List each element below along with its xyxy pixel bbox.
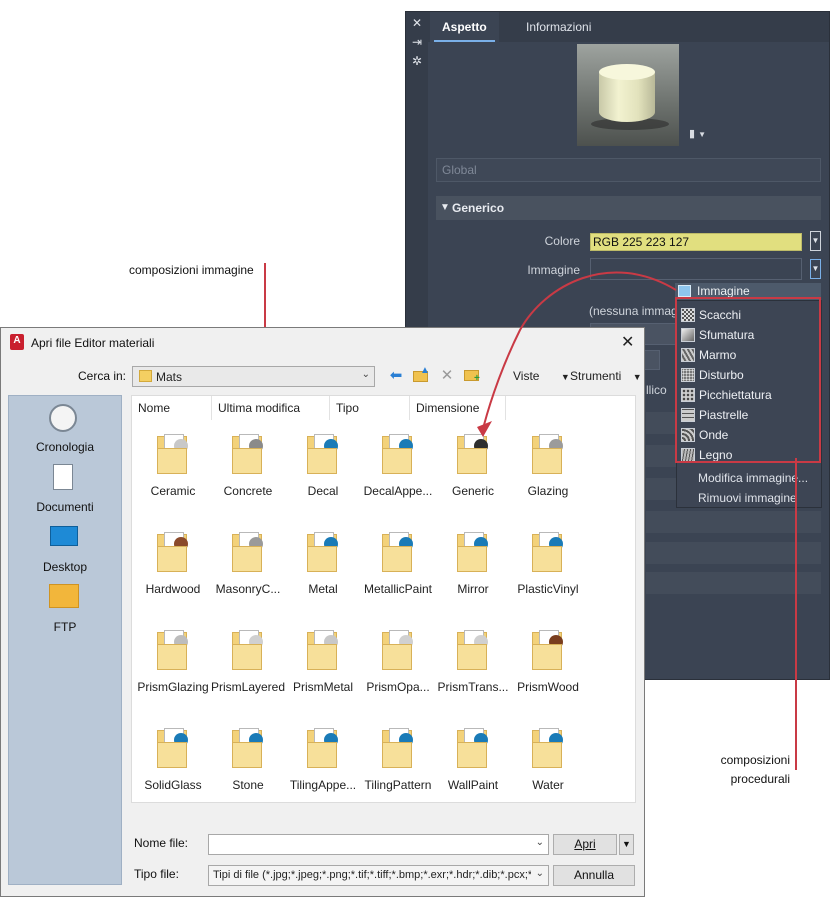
annotation-arrow: [477, 271, 677, 437]
